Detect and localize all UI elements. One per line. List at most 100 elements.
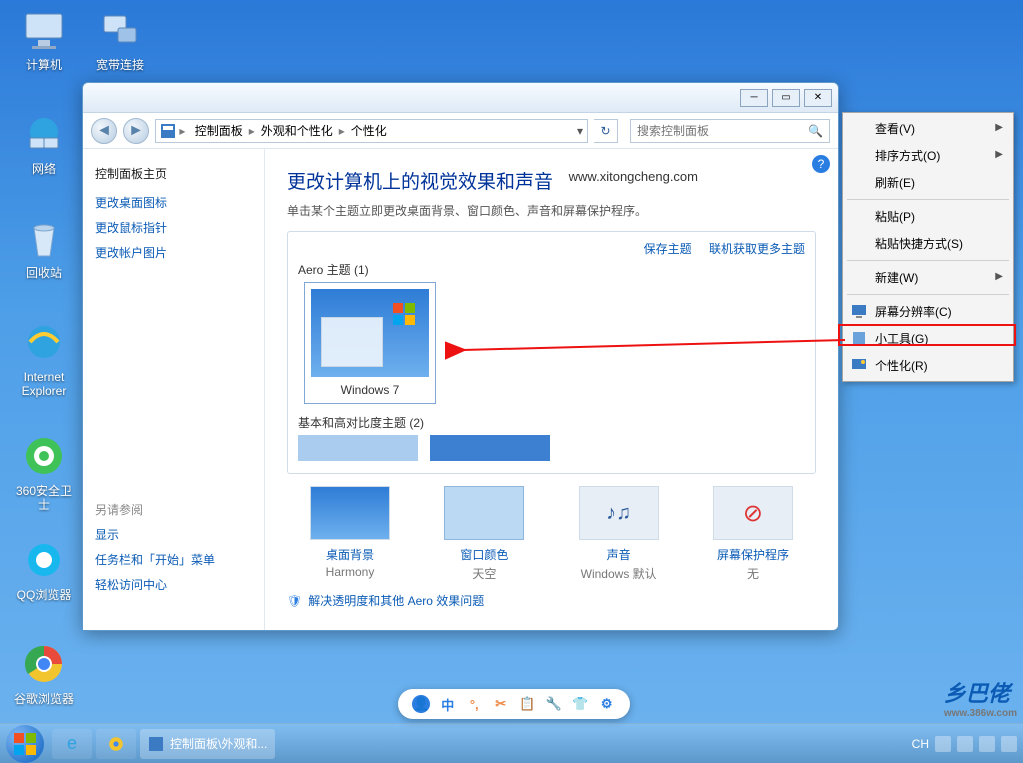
desktop-icon-label: Internet Explorer	[10, 370, 78, 399]
save-theme-link[interactable]: 保存主题	[644, 242, 692, 256]
titlebar: ─ ▭ ✕	[83, 83, 838, 113]
basic-theme-thumb[interactable]	[430, 435, 550, 461]
basic-theme-thumb[interactable]	[298, 435, 418, 461]
watermark: www.xitongcheng.com	[569, 169, 698, 184]
desktop-icon-label: 计算机	[10, 58, 78, 72]
tray-lang[interactable]: CH	[912, 737, 929, 751]
tray-volume-icon[interactable]	[979, 736, 995, 752]
ime-punct[interactable]: °,	[465, 695, 483, 713]
page-title: 更改计算机上的视觉效果和声音	[287, 167, 816, 194]
minimize-button[interactable]: ─	[740, 89, 768, 107]
address-dropdown[interactable]: ▾	[577, 124, 583, 138]
ctx-paste[interactable]: 粘贴(P)	[845, 203, 1011, 230]
ime-user-icon[interactable]: 👤	[412, 695, 430, 713]
desktop-background-item[interactable]: 桌面背景 Harmony	[291, 486, 409, 582]
taskbar-control-panel[interactable]: 控制面板\外观和...	[140, 729, 275, 759]
theme-thumbnail	[311, 289, 429, 377]
troubleshoot-link[interactable]: 解决透明度和其他 Aero 效果问题	[308, 592, 484, 609]
desktop-icon-label: 回收站	[10, 266, 78, 280]
theme-windows7[interactable]: Windows 7	[304, 282, 436, 404]
chrome-icon	[20, 640, 68, 688]
submenu-arrow-icon: ▶	[995, 122, 1003, 133]
desktop-icon-label: 360安全卫士	[10, 484, 78, 513]
desktop-icon-broadband[interactable]: 宽带连接	[86, 6, 154, 72]
ctx-sort[interactable]: 排序方式(O)▶	[845, 142, 1011, 169]
ctx-separator	[847, 199, 1009, 200]
basic-themes-row	[298, 435, 805, 461]
sidebar-link-desktop-icons[interactable]: 更改桌面图标	[95, 194, 252, 211]
ctx-new[interactable]: 新建(W)▶	[845, 264, 1011, 291]
ime-skin-icon[interactable]: 👕	[571, 695, 589, 713]
ime-clipboard-icon[interactable]: 📋	[518, 695, 536, 713]
ctx-gadgets[interactable]: 小工具(G)	[845, 325, 1011, 352]
screensaver-item[interactable]: ⊘ 屏幕保护程序 无	[694, 486, 812, 582]
ctx-resolution[interactable]: 屏幕分辨率(C)	[845, 298, 1011, 325]
ie-icon	[20, 318, 68, 366]
ctx-paste-shortcut[interactable]: 粘贴快捷方式(S)	[845, 230, 1011, 257]
search-input[interactable]	[637, 124, 808, 138]
gadget-icon	[851, 330, 867, 346]
see-also-taskbar[interactable]: 任务栏和「开始」菜单	[95, 551, 252, 568]
see-also-ease[interactable]: 轻松访问中心	[95, 576, 252, 593]
window-body: 控制面板主页 更改桌面图标 更改鼠标指针 更改帐户图片 另请参阅 显示 任务栏和…	[83, 149, 838, 630]
ime-tool-icon[interactable]: 🔧	[545, 695, 563, 713]
ctx-view[interactable]: 查看(V)▶	[845, 115, 1011, 142]
back-button[interactable]: ◄	[91, 118, 117, 144]
taskbar-ie[interactable]: e	[52, 729, 92, 759]
shield-icon: 🛡	[287, 594, 302, 608]
screensaver-icon: ⊘	[713, 486, 793, 540]
desktop-icon-chrome[interactable]: 谷歌浏览器	[10, 640, 78, 706]
window-color-item[interactable]: 窗口颜色 天空	[425, 486, 543, 582]
breadcrumb-2[interactable]: 个性化	[345, 122, 393, 139]
close-button[interactable]: ✕	[804, 89, 832, 107]
maximize-button[interactable]: ▭	[772, 89, 800, 107]
ime-lang[interactable]: 中	[439, 695, 457, 713]
troubleshoot-row: 🛡 解决透明度和其他 Aero 效果问题	[287, 592, 816, 609]
tray-network-icon[interactable]	[957, 736, 973, 752]
ctx-personalize[interactable]: 个性化(R)	[845, 352, 1011, 379]
basic-section-label: 基本和高对比度主题 (2)	[298, 414, 805, 431]
ime-settings-icon[interactable]: ⚙	[598, 695, 616, 713]
desktop-icon-ie[interactable]: Internet Explorer	[10, 318, 78, 399]
site-watermark: 乡巴佬 www.386w.com	[944, 676, 1017, 719]
sound-item[interactable]: ♪♫ 声音 Windows 默认	[560, 486, 678, 582]
window-color-icon	[444, 486, 524, 540]
control-panel-window: ─ ▭ ✕ ◄ ► ▸ 控制面板 ▸ 外观和个性化 ▸ 个性化 ▾ ↻ 🔍 控制…	[82, 82, 839, 631]
taskbar-chrome[interactable]	[96, 729, 136, 759]
tray-flag-icon[interactable]	[935, 736, 951, 752]
desktop-icon-label: QQ浏览器	[10, 588, 78, 602]
desktop-icon-network[interactable]: 网络	[10, 110, 78, 176]
ime-scissors-icon[interactable]: ✂	[492, 695, 510, 713]
address-bar[interactable]: ▸ 控制面板 ▸ 外观和个性化 ▸ 个性化 ▾	[155, 119, 588, 143]
tray-action-center-icon[interactable]	[1001, 736, 1017, 752]
desktop-icon-qq[interactable]: QQ浏览器	[10, 536, 78, 602]
personalization-row: 桌面背景 Harmony 窗口颜色 天空 ♪♫ 声音 Windows 默认 ⊘ …	[287, 486, 816, 582]
more-themes-link[interactable]: 联机获取更多主题	[709, 242, 805, 256]
desktop-icon-computer[interactable]: 计算机	[10, 6, 78, 72]
sidebar-link-mouse[interactable]: 更改鼠标指针	[95, 219, 252, 236]
broadband-icon	[96, 6, 144, 54]
submenu-arrow-icon: ▶	[995, 271, 1003, 282]
help-button[interactable]: ?	[812, 155, 830, 173]
breadcrumb-1[interactable]: 外观和个性化	[255, 122, 339, 139]
search-box[interactable]: 🔍	[630, 119, 830, 143]
breadcrumb-0[interactable]: 控制面板	[189, 122, 249, 139]
desktop-icon-recycle[interactable]: 回收站	[10, 214, 78, 280]
ctx-refresh[interactable]: 刷新(E)	[845, 169, 1011, 196]
personalize-icon	[851, 357, 867, 373]
recycle-bin-icon	[20, 214, 68, 262]
see-also-display[interactable]: 显示	[95, 526, 252, 543]
refresh-button[interactable]: ↻	[594, 119, 618, 143]
desktop-icon-360[interactable]: 360安全卫士	[10, 432, 78, 513]
start-button[interactable]	[6, 725, 44, 763]
theme-top-links: 保存主题 联机获取更多主题	[298, 240, 805, 257]
forward-button[interactable]: ►	[123, 118, 149, 144]
system-tray: CH	[912, 736, 1017, 752]
desktop-icon-label: 网络	[10, 162, 78, 176]
sidebar-link-account-picture[interactable]: 更改帐户图片	[95, 244, 252, 261]
sound-icon: ♪♫	[579, 486, 659, 540]
theme-list: 保存主题 联机获取更多主题 Aero 主题 (1) Windows 7 基本和高…	[287, 231, 816, 474]
aero-section-label: Aero 主题 (1)	[298, 261, 805, 278]
sidebar-home[interactable]: 控制面板主页	[95, 165, 252, 182]
control-panel-icon	[160, 123, 176, 139]
